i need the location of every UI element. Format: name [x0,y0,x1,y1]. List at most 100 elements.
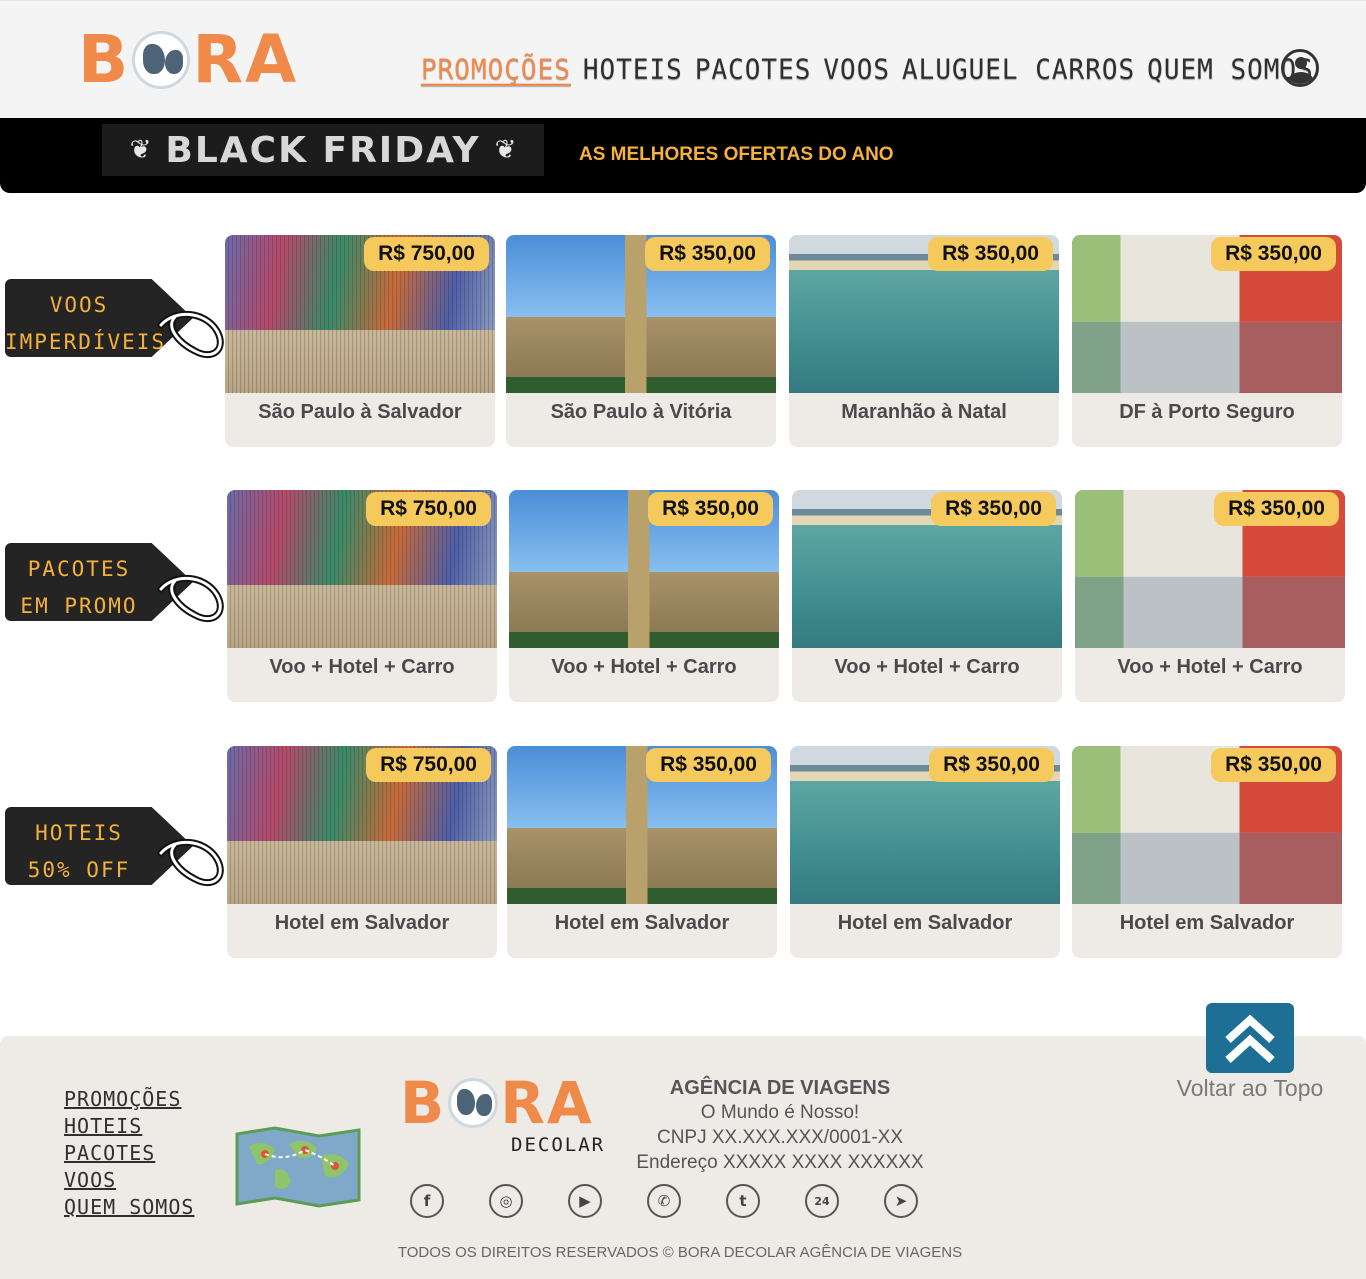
tag-line1: HOTEIS [35,821,123,845]
price-badge: R$ 750,00 [364,237,489,271]
offer-card[interactable]: R$ 750,00 São Paulo à Salvador [225,235,495,447]
footer-link-promocoes[interactable]: PROMOÇÕES [64,1086,194,1113]
price-badge: R$ 350,00 [648,492,773,526]
scroll-top-label[interactable]: Voltar ao Topo [1160,1075,1340,1102]
price-badge: R$ 750,00 [366,492,491,526]
logo-letters-ra: RA [500,1069,594,1137]
instagram-icon[interactable]: ◎ [489,1184,523,1218]
card-title: Hotel em Salvador [837,912,1013,934]
user-icon-head [1295,57,1307,69]
twitter-icon[interactable]: t [726,1184,760,1218]
copyright-text: TODOS OS DIREITOS RESERVADOS © BORA DECO… [397,1244,963,1261]
offer-card[interactable]: R$ 750,00 Voo + Hotel + Carro [227,490,497,702]
nav-promocoes[interactable]: PROMOÇÕES [421,54,571,86]
card-title: Voo + Hotel + Carro [1117,656,1303,678]
card-title: São Paulo à Vitória [550,401,732,423]
section-hoteis: HOTEIS 50% OFF R$ 750,00 Hotel em Salvad… [0,744,1366,959]
world-map-icon [235,1126,361,1208]
main-nav: PROMOÇÕES HOTEIS PACOTES VOOS ALUGUEL CA… [421,54,1314,86]
offer-card[interactable]: R$ 350,00 Maranhão à Natal [789,235,1059,447]
price-badge: R$ 350,00 [928,237,1053,271]
offer-card[interactable]: R$ 350,00 Hotel em Salvador [507,746,777,958]
whatsapp-icon[interactable]: ✆ [647,1184,681,1218]
tag-line2: EM PROMO [20,594,138,618]
logo-letter-b: B [400,1069,447,1137]
double-chevron-up-icon [1225,1014,1275,1063]
tag-label: PACOTES EM PROMO [5,551,153,625]
tag-line2: 50% OFF [27,858,131,882]
black-friday-box: ❦ BLACK FRIDAY ❦ [102,124,544,176]
offer-card[interactable]: R$ 350,00 Hotel em Salvador [1072,746,1342,958]
nav-hoteis[interactable]: HOTEIS [583,54,683,86]
offer-card[interactable]: R$ 350,00 Voo + Hotel + Carro [509,490,779,702]
black-friday-banner[interactable]: ❦ BLACK FRIDAY ❦ AS MELHORES OFERTAS DO … [0,118,1366,193]
offer-card[interactable]: R$ 350,00 Hotel em Salvador [790,746,1060,958]
section-tag: PACOTES EM PROMO [5,543,227,633]
logo-letter-b: B [78,21,131,98]
card-title: Voo + Hotel + Carro [269,656,455,678]
phone-24h-icon[interactable]: 24 [805,1184,839,1218]
agency-cnpj: CNPJ XX.XXX.XXX/0001-XX [656,1127,904,1148]
card-title: DF à Porto Seguro [1119,401,1295,423]
tag-string-icon [157,574,224,623]
nav-aluguel-carros[interactable]: ALUGUEL CARROS [902,54,1135,86]
card-title: Hotel em Salvador [554,912,730,934]
section-tag: HOTEIS 50% OFF [5,807,227,897]
tag-string-icon [157,838,224,887]
nav-pacotes[interactable]: PACOTES [695,54,812,86]
balloons-icon: ❦ [494,135,517,165]
price-badge: R$ 350,00 [1214,492,1339,526]
footer-link-hoteis[interactable]: HOTEIS [64,1113,194,1140]
footer-logo[interactable]: B RA DECOLAR [400,1074,603,1156]
price-badge: R$ 350,00 [931,492,1056,526]
section-tag: VOOS IMPERDÍVEIS [5,279,227,369]
price-badge: R$ 350,00 [646,748,771,782]
offer-card[interactable]: R$ 750,00 Hotel em Salvador [227,746,497,958]
price-badge: R$ 350,00 [1211,748,1336,782]
tag-label: VOOS IMPERDÍVEIS [5,287,167,361]
agency-address: Endereço XXXXX XXXX XXXXXX [636,1152,924,1173]
logo-subtitle: DECOLAR [511,1134,606,1156]
bora-logo[interactable]: B RA [78,27,298,93]
user-icon[interactable] [1281,49,1319,87]
card-title: Maranhão à Natal [841,401,1007,423]
offer-card[interactable]: R$ 350,00 São Paulo à Vitória [506,235,776,447]
card-title: São Paulo à Salvador [258,401,462,423]
footer-link-quem-somos[interactable]: QUEM SOMOS [64,1194,194,1221]
facebook-icon[interactable]: f [410,1184,444,1218]
tag-line2: IMPERDÍVEIS [5,330,167,354]
globe-icon [132,31,191,89]
bora-logo: B RA [400,1074,594,1132]
agency-info: AGÊNCIA DE VIAGENS O Mundo é Nosso! CNPJ… [612,1076,948,1175]
section-pacotes: PACOTES EM PROMO R$ 750,00 Voo + Hotel +… [0,488,1366,703]
tag-label: HOTEIS 50% OFF [5,815,153,889]
offer-card[interactable]: R$ 350,00 Voo + Hotel + Carro [1075,490,1345,702]
telegram-icon[interactable]: ➤ [884,1184,918,1218]
agency-motto: O Mundo é Nosso! [700,1102,860,1123]
card-title: Hotel em Salvador [274,912,450,934]
price-badge: R$ 350,00 [1211,237,1336,271]
footer-link-pacotes[interactable]: PACOTES [64,1140,194,1167]
social-links: f ◎ ▶ ✆ t 24 ➤ [410,1184,918,1218]
tag-line1: VOOS [49,293,109,317]
footer-nav: PROMOÇÕES HOTEIS PACOTES VOOS QUEM SOMOS [64,1086,194,1221]
price-badge: R$ 350,00 [929,748,1054,782]
card-title: Voo + Hotel + Carro [551,656,737,678]
card-title: Hotel em Salvador [1119,912,1295,934]
scroll-top-button[interactable] [1206,1003,1294,1073]
banner-slogan: AS MELHORES OFERTAS DO ANO [579,144,894,165]
price-badge: R$ 350,00 [645,237,770,271]
balloons-icon: ❦ [129,135,152,165]
banner-title: BLACK FRIDAY [165,129,481,171]
price-badge: R$ 750,00 [366,748,491,782]
card-title: Voo + Hotel + Carro [834,656,1020,678]
nav-voos[interactable]: VOOS [823,54,890,86]
footer-link-voos[interactable]: VOOS [64,1167,194,1194]
offer-card[interactable]: R$ 350,00 DF à Porto Seguro [1072,235,1342,447]
youtube-icon[interactable]: ▶ [568,1184,602,1218]
site-footer: PROMOÇÕES HOTEIS PACOTES VOOS QUEM SOMOS… [0,1036,1366,1279]
site-header: B RA PROMOÇÕES HOTEIS PACOTES VOOS ALUGU… [0,0,1366,118]
section-voos: VOOS IMPERDÍVEIS R$ 750,00 São Paulo à S… [0,233,1366,448]
offer-card[interactable]: R$ 350,00 Voo + Hotel + Carro [792,490,1062,702]
agency-title: AGÊNCIA DE VIAGENS [669,1077,891,1099]
